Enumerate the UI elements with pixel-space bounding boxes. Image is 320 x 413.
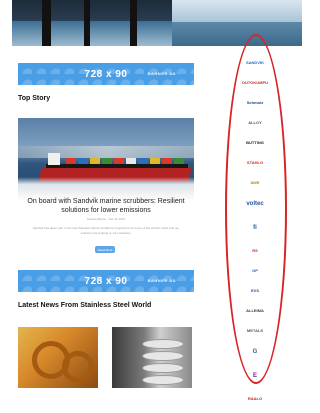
news-thumbnail-discs[interactable] (112, 327, 192, 388)
sponsor-logo[interactable]: GP (233, 265, 277, 275)
container (174, 158, 184, 164)
hero-sky (172, 0, 302, 22)
sponsor-logo[interactable]: RS (233, 245, 277, 255)
container (126, 158, 136, 164)
sponsor-logo[interactable]: RAALO (233, 393, 277, 403)
news-thumbnail-pipes[interactable] (18, 327, 98, 388)
sponsor-logo[interactable]: Schmolz (233, 97, 277, 107)
sponsor-logo[interactable]: voltec (233, 197, 277, 211)
sponsor-logo[interactable]: AWE (233, 177, 277, 187)
sponsor-logo-list: SANDVIK OUTOKUMPU Schmolz ALLOY BUTTING STAHL… (233, 57, 277, 413)
sponsor-logo[interactable]: E (233, 369, 277, 383)
sponsor-logo[interactable]: EVS (233, 285, 277, 295)
ad-tag: BANNER AD (147, 71, 176, 76)
banner-ad-top[interactable]: 728 x 90 BANNER AD (18, 63, 194, 85)
container (66, 158, 76, 164)
sponsor-logo[interactable]: fi (233, 221, 277, 235)
ad-size-label: 728 x 90 (84, 68, 128, 80)
city-skyline (18, 146, 194, 158)
top-story-heading: Top Story (18, 95, 51, 102)
latest-news-heading: Latest News From Stainless Steel World (18, 302, 152, 309)
read-more-button[interactable]: Read More (95, 246, 115, 253)
ship-bridge (48, 153, 60, 165)
crane-silhouette (42, 0, 51, 46)
steel-disc (142, 351, 184, 361)
steel-disc (142, 375, 184, 385)
feature-image[interactable] (18, 118, 194, 201)
sponsor-logo[interactable]: G (233, 345, 277, 359)
sponsor-logo[interactable]: ALLOY (233, 117, 277, 127)
pipe-end (62, 351, 94, 383)
ad-size-label: 728 x 90 (84, 275, 128, 287)
feature-meta: Joanna Bunce · Jan 11 2021 (86, 217, 126, 221)
container (150, 158, 160, 164)
hero-sea (172, 22, 302, 46)
crane-silhouette (84, 0, 90, 46)
container (78, 158, 88, 164)
container (162, 158, 172, 164)
sponsor-logo[interactable]: STAHLO (233, 157, 277, 167)
ad-tag: BANNER AD (147, 278, 176, 283)
feature-snippet: Sandvik has taken part in the new Sandvi… (32, 226, 180, 235)
container (114, 158, 124, 164)
container (138, 158, 148, 164)
sponsor-logo[interactable]: METALS (233, 325, 277, 335)
crane-silhouette (130, 0, 137, 46)
feature-headline[interactable]: On board with Sandvik marine scrubbers: … (22, 197, 190, 215)
sponsor-logo[interactable]: ALLEIMA (233, 305, 277, 315)
container (90, 158, 100, 164)
banner-ad-bottom[interactable]: 728 x 90 BANNER AD (18, 270, 194, 292)
steel-disc (142, 339, 184, 349)
sponsor-logo[interactable]: BUTTING (233, 137, 277, 147)
sponsor-logo[interactable]: OUTOKUMPU (233, 77, 277, 87)
container (102, 158, 112, 164)
sponsor-logo[interactable]: SANDVIK (233, 57, 277, 67)
steel-disc (142, 363, 184, 373)
